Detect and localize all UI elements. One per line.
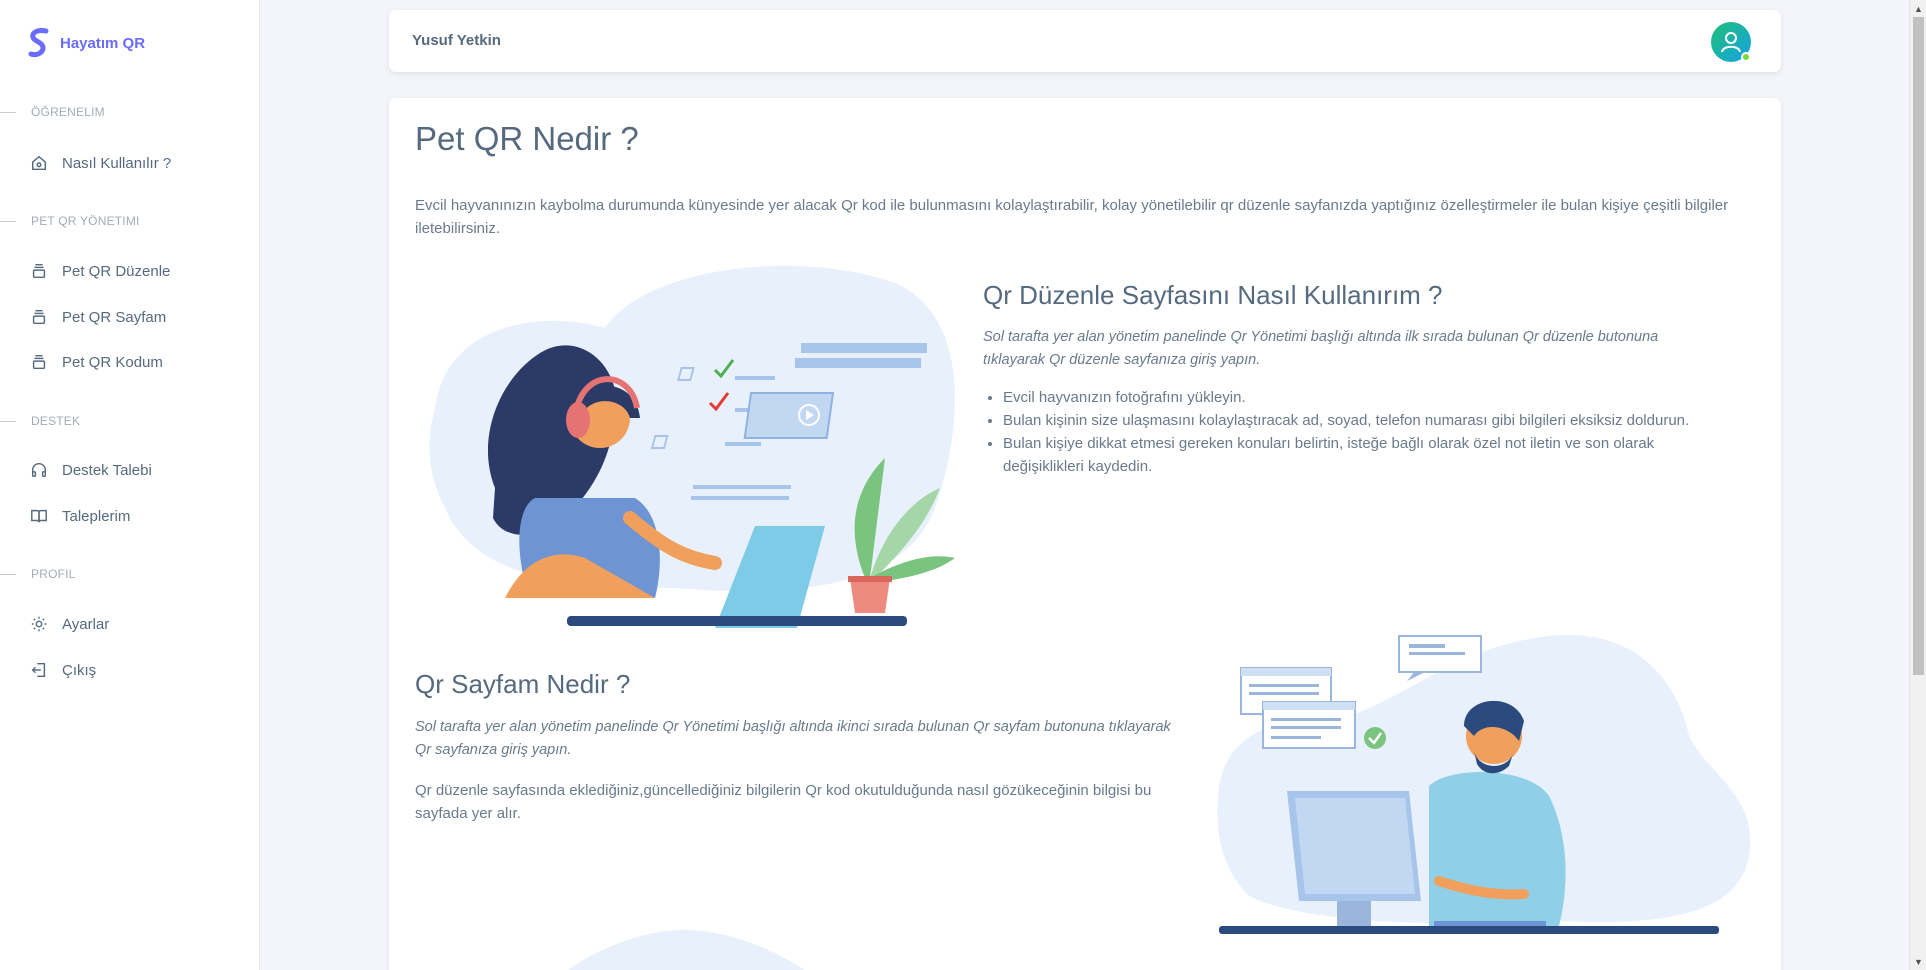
sidebar-item-settings[interactable]: Ayarlar [30,609,109,639]
menu-header-profile: PROFIL [0,566,76,582]
sidebar-item-pet-qr-code[interactable]: Pet QR Kodum [30,347,163,377]
brand[interactable]: Hayatım QR [28,26,145,60]
man-computer-illustration [1217,634,1751,934]
woman-laptop-illustration [429,265,955,628]
menu-header-learn: ÖĞRENELIM [0,104,105,120]
brand-logo-icon [28,28,49,58]
sidebar-item-label: Pet QR Sayfam [62,308,167,326]
stack-icon [32,263,46,279]
sidebar-item-pet-qr-edit[interactable]: Pet QR Düzenle [30,256,170,286]
menu-header-pet-qr: PET QR YÖNETIMI [0,213,140,229]
sidebar-item-label: Ayarlar [62,615,110,633]
top-navbar: Yusuf Yetkin [389,10,1781,72]
sidebar-item-label: Pet QR Düzenle [62,262,171,280]
sidebar: Hayatım QR ÖĞRENELIM Nasıl Kullanılır ? … [0,0,260,970]
section-qr-page-intro: Sol tarafta yer alan yönetim panelinde Q… [415,719,1171,758]
sidebar-item-label: Destek Talebi [62,461,152,479]
user-name: Yusuf Yetkin [412,32,501,49]
logout-icon [31,662,46,678]
section-qr-edit-intro: Sol tarafta yer alan yönetim panelinde Q… [983,329,1659,368]
headphones-icon [31,462,47,478]
content-card: Pet QR Nedir ? Evcil hayvanınızın kaybol… [389,98,1781,970]
section-title-qr-edit: Qr Düzenle Sayfasını Nasıl Kullanırım ? [983,280,1443,310]
sidebar-item-label: Çıkış [62,661,97,679]
stack-icon [32,354,46,370]
book-icon [31,509,47,523]
stack-icon [32,309,46,325]
avatar[interactable] [1711,22,1751,62]
scroll-up-arrow-icon[interactable]: ▲ [1910,0,1926,17]
sidebar-item-label: Nasıl Kullanılır ? [62,154,172,172]
home-icon [31,155,47,171]
list-item: Bulan kişinin size ulaşmasını kolaylaştı… [1003,409,1723,432]
sidebar-item-my-requests[interactable]: Taleplerim [30,501,130,531]
sidebar-item-label: Taleplerim [62,507,131,525]
gear-icon [31,616,47,632]
page-title: Pet QR Nedir ? [415,120,639,157]
section-title-qr-page: Qr Sayfam Nedir ? [415,669,631,699]
sidebar-item-support-request[interactable]: Destek Talebi [30,455,152,485]
decorative-blob [568,929,805,970]
section-qr-page-text: Qr düzenle sayfasında eklediğiniz,güncel… [415,782,1152,822]
brand-name: Hayatım QR [60,34,146,52]
intro-text: Evcil hayvanınızın kaybolma durumunda kü… [415,197,1729,237]
online-status-dot [1741,52,1751,62]
list-item: Evcil hayvanızın fotoğrafını yükleyin. [1003,386,1723,409]
menu-header-support: DESTEK [0,413,80,429]
scroll-down-arrow-icon[interactable]: ▼ [1910,953,1926,970]
sidebar-item-how-to-use[interactable]: Nasıl Kullanılır ? [30,148,171,178]
scrollbar-thumb[interactable] [1913,17,1924,675]
qr-edit-steps-list: Evcil hayvanızın fotoğrafını yükleyin. B… [983,386,1723,478]
sidebar-item-pet-qr-page[interactable]: Pet QR Sayfam [30,302,166,332]
user-icon [1721,32,1741,53]
sidebar-item-logout[interactable]: Çıkış [30,655,96,685]
list-item: Bulan kişiye dikkat etmesi gereken konul… [1003,432,1723,478]
sidebar-item-label: Pet QR Kodum [62,353,163,371]
page-scrollbar[interactable]: ▲ ▼ [1909,0,1926,970]
